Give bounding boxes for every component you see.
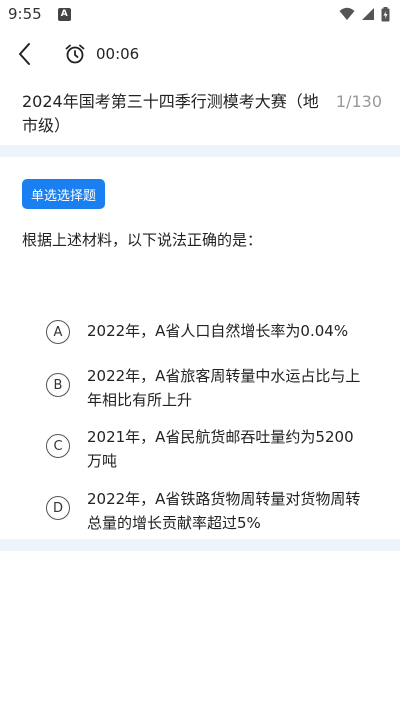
question-counter: 1/130 [335, 92, 382, 111]
option-a[interactable]: A 2022年，A省人口自然增长率为0.04% [46, 319, 376, 344]
timer-text: 00:06 [96, 45, 140, 63]
back-button[interactable] [0, 30, 50, 78]
status-time: 9:55 [8, 5, 42, 23]
option-c[interactable]: C 2021年，A省民航货邮吞吐量约为5200万吨 [46, 425, 376, 473]
option-letter: D [46, 496, 70, 520]
wifi-icon [339, 7, 355, 20]
signal-icon [362, 8, 374, 20]
option-b[interactable]: B 2022年，A省旅客周转量中水运占比与上年相比有所上升 [46, 364, 376, 412]
exam-title: 2024年国考第三十四季行测模考大赛（地市级） [22, 92, 319, 135]
status-icons [339, 6, 390, 22]
option-letter: A [46, 320, 70, 344]
alarm-clock-icon [64, 43, 86, 65]
status-bar: 9:55 A [0, 0, 400, 28]
question-stem: 根据上述材料，以下说法正确的是： [22, 231, 263, 249]
question-type-tag: 单选选择题 [22, 179, 106, 209]
option-d[interactable]: D 2022年，A省铁路货物周转量对货物周转总量的增长贡献率超过5% [46, 487, 376, 535]
nav-bar: 00:06 [0, 30, 400, 78]
option-letter: B [46, 373, 70, 397]
option-text: 2022年，A省旅客周转量中水运占比与上年相比有所上升 [87, 367, 361, 409]
notification-icon: A [57, 7, 71, 21]
option-text: 2022年，A省铁路货物周转量对货物周转总量的增长贡献率超过5% [87, 490, 361, 532]
option-letter: C [46, 434, 70, 458]
option-text: 2022年，A省人口自然增长率为0.04% [87, 322, 349, 340]
chevron-left-icon [19, 43, 30, 65]
section-divider-bottom [0, 539, 400, 551]
question-header: 2024年国考第三十四季行测模考大赛（地市级） 1/130 [22, 90, 382, 138]
section-divider-top [0, 145, 400, 157]
battery-icon [381, 6, 390, 21]
option-text: 2021年，A省民航货邮吞吐量约为5200万吨 [87, 428, 354, 470]
